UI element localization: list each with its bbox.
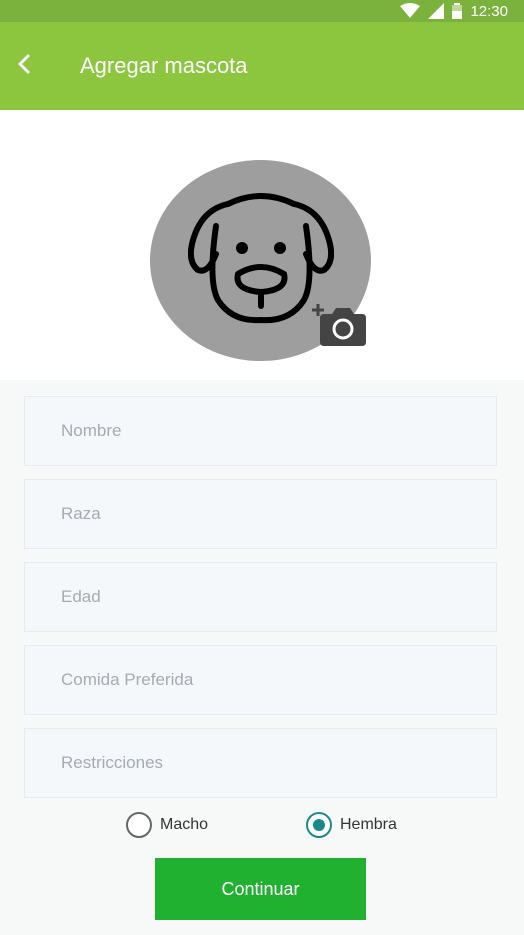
page-title: Agregar mascota	[80, 53, 248, 78]
age-field-container	[24, 562, 497, 632]
status-bar: 12:30	[0, 0, 524, 22]
breed-field-container	[24, 479, 497, 549]
name-field-container	[24, 396, 497, 466]
radio-label-male: Macho	[160, 816, 209, 833]
signal-icon	[428, 3, 445, 19]
app-bar: Agregar mascota	[0, 22, 524, 110]
gender-option-female[interactable]: Hembra	[306, 812, 397, 838]
back-button[interactable]	[0, 22, 52, 110]
status-time: 12:30	[470, 2, 508, 20]
radio-male[interactable]	[126, 812, 152, 838]
favorite-food-field[interactable]	[25, 646, 496, 714]
battery-icon	[452, 3, 463, 19]
favorite-food-field-container	[24, 645, 497, 715]
pet-form	[24, 396, 497, 811]
radio-female[interactable]	[306, 812, 332, 838]
radio-label-female: Hembra	[340, 816, 397, 833]
restrictions-field-container	[24, 728, 497, 798]
restrictions-field[interactable]	[25, 729, 496, 797]
add-photo-icon	[310, 304, 366, 350]
wifi-icon	[400, 3, 421, 19]
photo-section	[0, 110, 524, 380]
continue-button[interactable]: Continuar	[155, 858, 366, 920]
breed-field[interactable]	[25, 480, 496, 548]
name-field[interactable]	[25, 397, 496, 465]
age-field[interactable]	[25, 563, 496, 631]
arrow-back-icon	[17, 54, 31, 79]
add-photo-button[interactable]	[310, 302, 366, 346]
gender-radio-group: Macho Hembra	[0, 812, 524, 842]
gender-option-male[interactable]: Macho	[126, 812, 208, 838]
